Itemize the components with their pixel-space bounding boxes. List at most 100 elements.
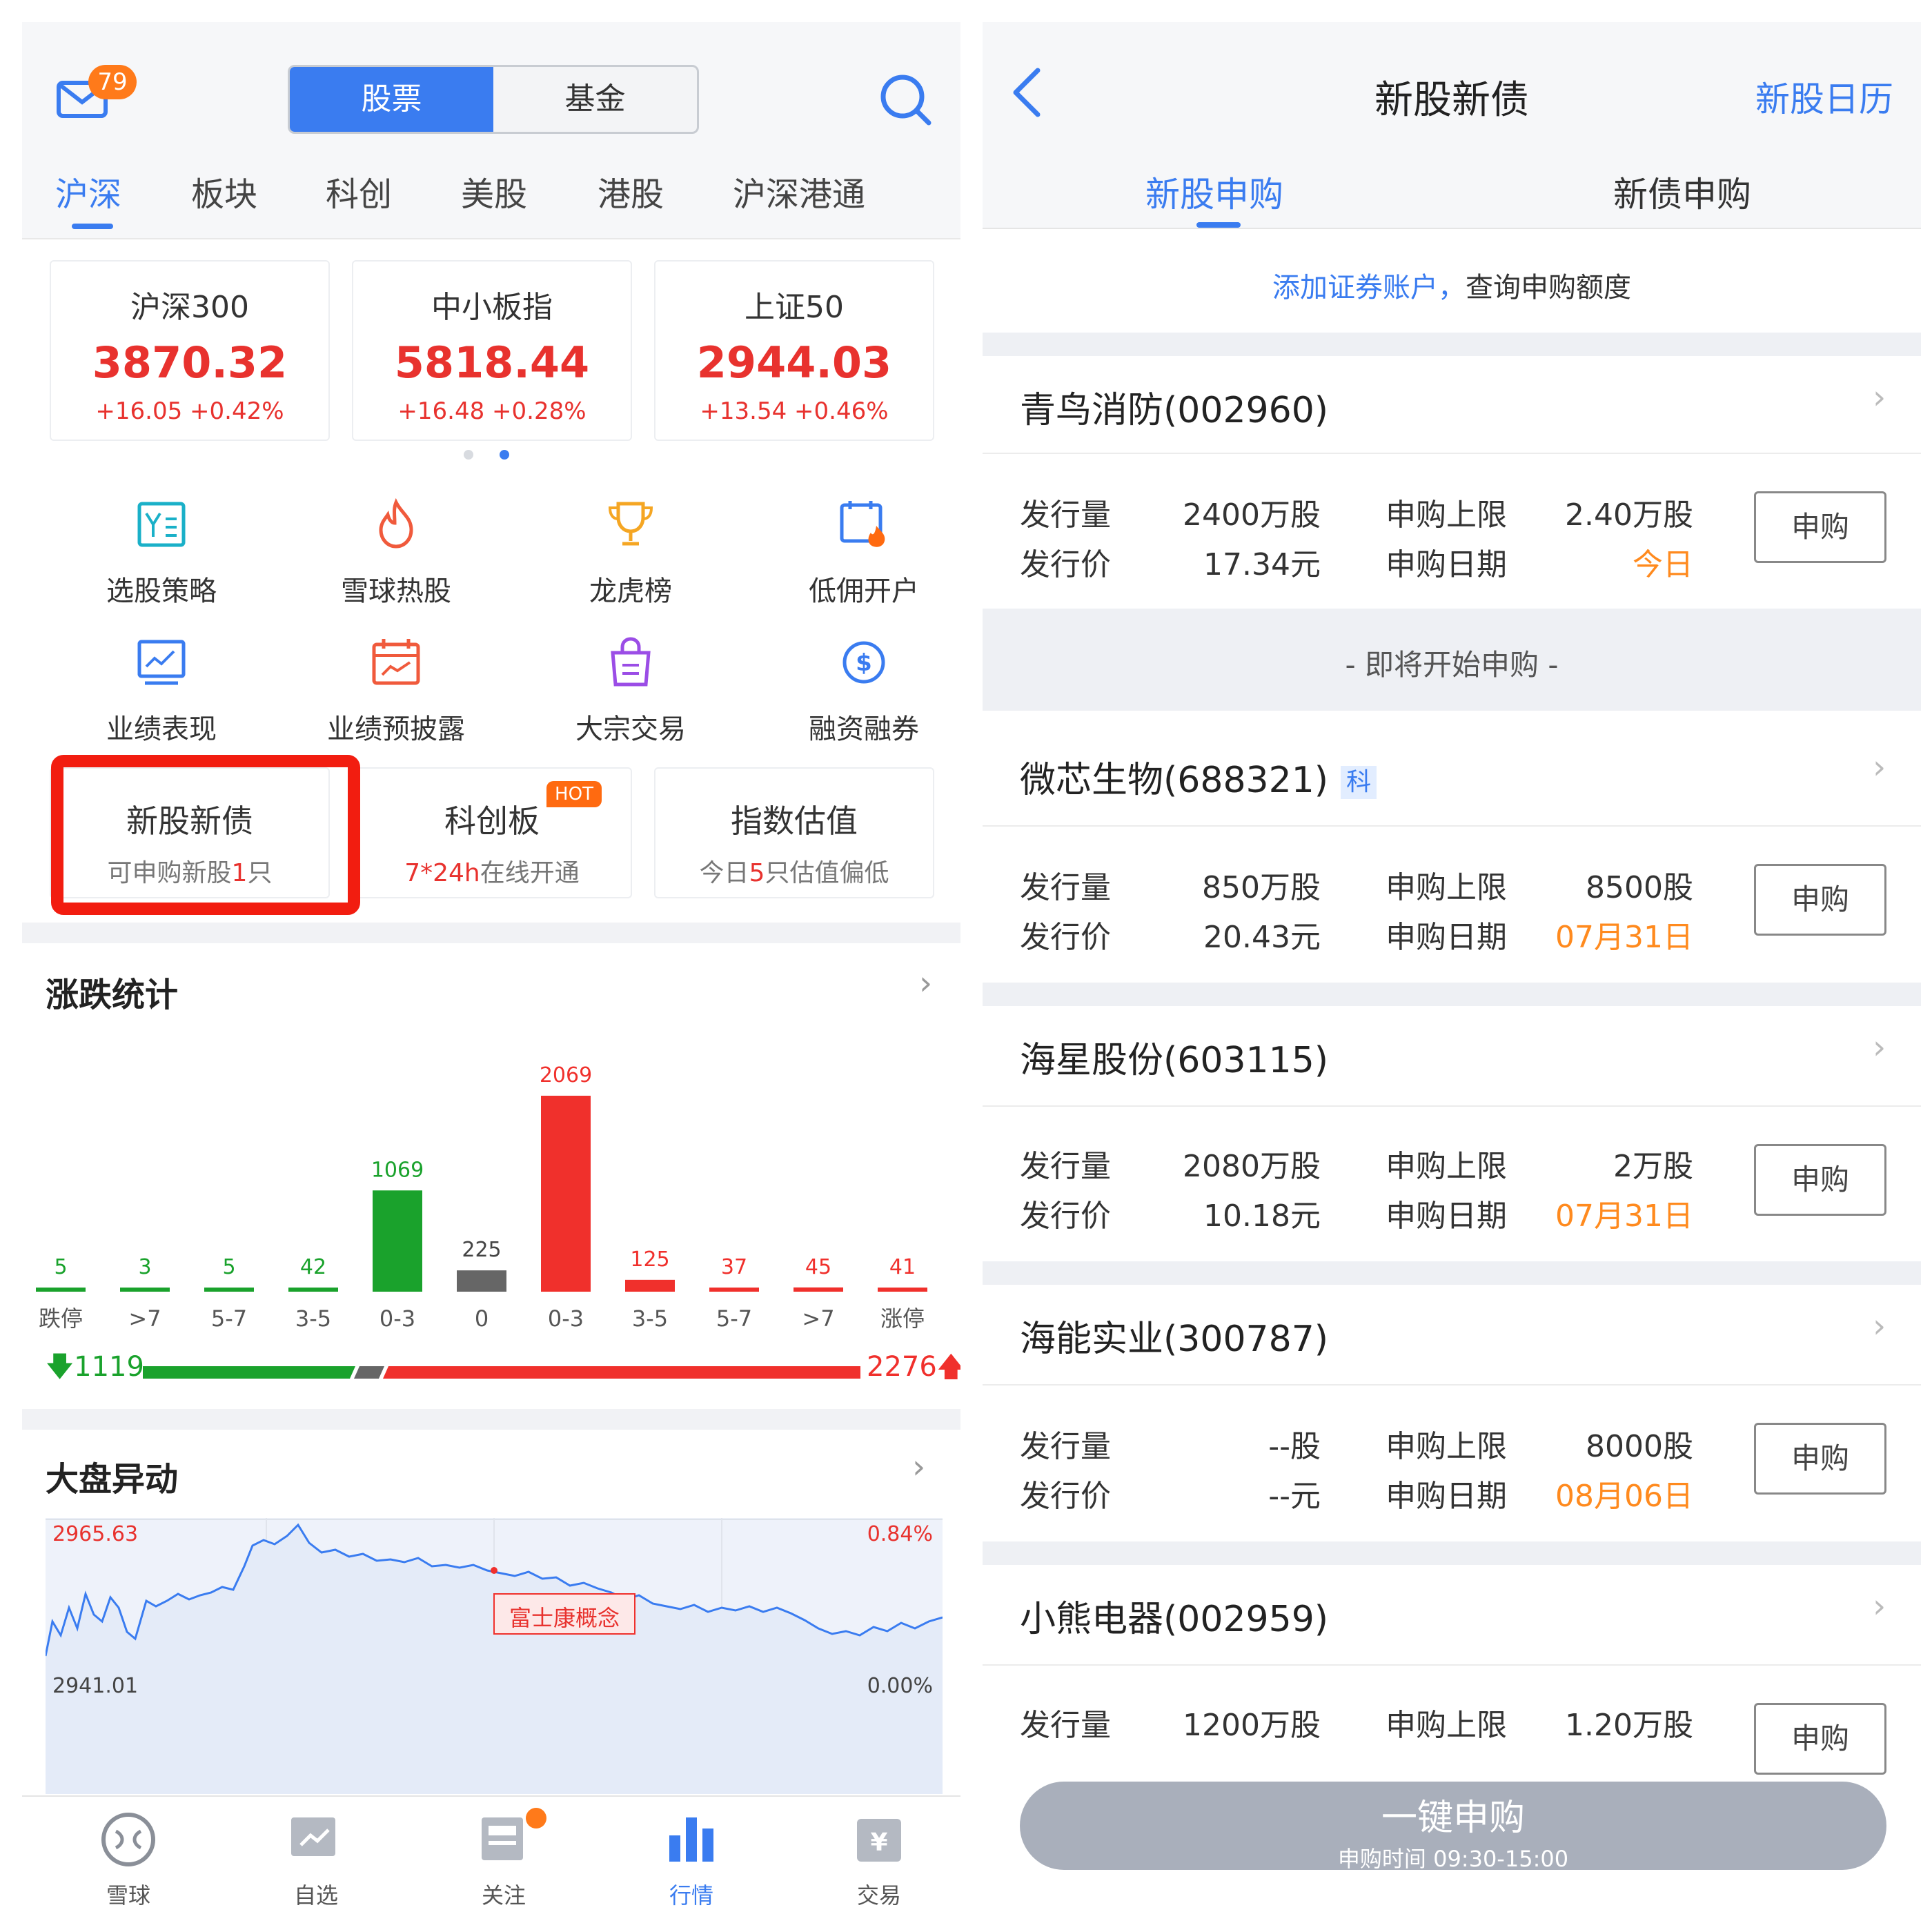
chevron-right-icon[interactable]: › (1873, 1028, 1886, 1067)
market-panel: 79 股票 基金 沪深 板块 科创 美股 港股 沪深港通 沪深300 3870.… (22, 22, 960, 1913)
grid-stock-picker[interactable]: 选股策略 (44, 498, 279, 622)
card-index-valuation[interactable]: 指数估值 今日5只估值偏低 (654, 767, 934, 898)
grid-label: 大宗交易 (575, 713, 686, 745)
search-icon[interactable] (878, 72, 933, 127)
bar-category-label: 0 (475, 1305, 489, 1332)
list-divider (983, 333, 1921, 356)
subscribe-limit-label: 申购上限 (1386, 870, 1507, 905)
bar-value-label: 1069 (371, 1158, 424, 1182)
nav-watchlist[interactable]: 自选 (247, 1797, 385, 1910)
bar-6 (541, 1096, 591, 1292)
nav-label: 行情 (669, 1882, 713, 1909)
bar-0 (36, 1288, 86, 1292)
issue-volume-label: 发行量 (1020, 1429, 1111, 1464)
chevron-right-icon[interactable]: › (1873, 748, 1886, 787)
upcoming-divider-text: - 即将开始申购 - (1345, 648, 1559, 682)
apply-button[interactable]: 申购 (1754, 1703, 1886, 1775)
bar-value-label: 5 (222, 1255, 235, 1279)
subscribe-limit-label: 申购上限 (1386, 1149, 1507, 1184)
ipo-panel: 新股新债 新股日历 新股申购 新债申购 添加证券账户，查询申购额度 青鸟消防(0… (983, 22, 1921, 1913)
bar-value-label: 41 (889, 1255, 916, 1279)
grid-low-fee-account[interactable]: 低佣开户 (747, 498, 960, 622)
segment-stock[interactable]: 股票 (290, 67, 493, 132)
index-card-sme[interactable]: 中小板指 5818.44 +16.48 +0.28% (352, 260, 632, 441)
nav-trade[interactable]: ¥ 交易 (810, 1797, 948, 1910)
ipo-calendar-link[interactable]: 新股日历 (1755, 72, 1893, 121)
subscribe-date-label: 申购日期 (1386, 1479, 1507, 1514)
add-account-hint[interactable]: 添加证券账户，查询申购额度 (983, 265, 1921, 305)
carousel-dot-active (500, 450, 509, 460)
grid-margin-trading[interactable]: $ 融资融券 (747, 636, 960, 760)
subscribe-time: 申购时间 09:30-15:00 (1337, 1846, 1569, 1872)
chevron-right-icon[interactable]: › (1873, 378, 1886, 417)
grid-label: 业绩表现 (106, 713, 217, 745)
stock-name[interactable]: 青鸟消防(002960) (1020, 381, 1328, 433)
subscribe-limit-label: 申购上限 (1386, 1708, 1507, 1743)
tab-connect[interactable]: 沪深港通 (733, 167, 865, 215)
segment-fund[interactable]: 基金 (493, 67, 697, 132)
apply-button[interactable]: 申购 (1754, 864, 1886, 936)
issue-volume-value: 850万股 (1202, 870, 1321, 905)
stock-name[interactable]: 小熊电器(002959) (1020, 1590, 1328, 1642)
issue-volume-value: 1200万股 (1183, 1708, 1321, 1743)
row-separator (983, 825, 1921, 827)
section-divider (22, 1409, 960, 1430)
nav-label: 交易 (856, 1882, 901, 1909)
grid-label: 雪球热股 (341, 575, 451, 607)
tab-us[interactable]: 美股 (461, 167, 527, 215)
svg-text:$: $ (856, 649, 872, 677)
index-change: +16.05 +0.42% (95, 397, 284, 425)
subscribe-date-value: 今日 (1633, 547, 1693, 582)
index-card-csi300[interactable]: 沪深300 3870.32 +16.05 +0.42% (50, 260, 330, 441)
stock-name[interactable]: 海能实业(300787) (1020, 1310, 1328, 1361)
index-name: 上证50 (745, 290, 844, 325)
tab-star[interactable]: 科创 (326, 167, 392, 215)
issue-price-label: 发行价 (1020, 1199, 1111, 1234)
issue-price-value: 20.43元 (1203, 920, 1321, 955)
one-click-subscribe-button[interactable]: 一键申购 申购时间 09:30-15:00 (1020, 1782, 1886, 1872)
index-value: 3870.32 (92, 337, 288, 388)
market-chevron-icon[interactable]: › (912, 1448, 925, 1486)
grid-block-trade[interactable]: 大宗交易 (513, 636, 748, 760)
tab-hk[interactable]: 港股 (598, 167, 664, 215)
chart-annotation[interactable]: 富士康概念 (494, 1601, 635, 1633)
grid-dragon-tiger[interactable]: 龙虎榜 (513, 498, 748, 622)
stats-chevron-icon[interactable]: › (919, 964, 932, 1003)
bar-category-label: 3-5 (632, 1305, 668, 1332)
nav-label: 雪球 (106, 1882, 150, 1909)
apply-button[interactable]: 申购 (1754, 491, 1886, 563)
index-card-sse50[interactable]: 上证50 2944.03 +13.54 +0.46% (654, 260, 934, 441)
bar-category-label: 0-3 (379, 1305, 415, 1332)
grid-hot-stocks[interactable]: 雪球热股 (279, 498, 513, 622)
stock-name[interactable]: 微芯生物(688321) 科 (1020, 751, 1377, 802)
chevron-right-icon[interactable]: › (1873, 1307, 1886, 1346)
issue-volume-value: --股 (1268, 1429, 1321, 1464)
issue-volume-value: 2080万股 (1183, 1149, 1321, 1184)
card-subtitle: 7*24h在线开通 (404, 859, 580, 887)
grid-performance[interactable]: 业绩表现 (44, 636, 279, 760)
up-arrow-icon: 🡅 (936, 1351, 960, 1383)
trend-chart-icon (137, 640, 186, 685)
issue-price-value: --元 (1268, 1479, 1321, 1514)
bar-1 (120, 1288, 170, 1292)
add-account-link[interactable]: 添加证券账户， (1272, 272, 1466, 304)
grid-label: 选股策略 (106, 575, 217, 607)
apply-button[interactable]: 申购 (1754, 1423, 1886, 1495)
chevron-right-icon[interactable]: › (1873, 1587, 1886, 1626)
filter-list-icon (137, 502, 186, 547)
tab-bond-subscribe[interactable]: 新债申购 (1613, 167, 1751, 217)
grid-earnings-preview[interactable]: 业绩预披露 (279, 636, 513, 760)
subscribe-date-label: 申购日期 (1386, 1199, 1507, 1234)
nav-xueqiu[interactable]: 雪球 (59, 1797, 197, 1910)
tab-sector[interactable]: 板块 (191, 167, 257, 215)
nav-market[interactable]: 行情 (622, 1797, 760, 1910)
apply-button[interactable]: 申购 (1754, 1144, 1886, 1216)
chart-high-price: 2965.63 (52, 1522, 139, 1546)
issue-volume-label: 发行量 (1020, 497, 1111, 533)
nav-follow[interactable]: 关注 (435, 1797, 573, 1910)
tab-hushen[interactable]: 沪深 (55, 167, 121, 215)
subscribe-limit-value: 2万股 (1613, 1149, 1693, 1184)
tab-ipo-subscribe[interactable]: 新股申购 (1145, 167, 1283, 217)
stock-name[interactable]: 海星股份(603115) (1020, 1031, 1328, 1083)
card-star-market[interactable]: HOT 科创板 7*24h在线开通 (352, 767, 632, 898)
